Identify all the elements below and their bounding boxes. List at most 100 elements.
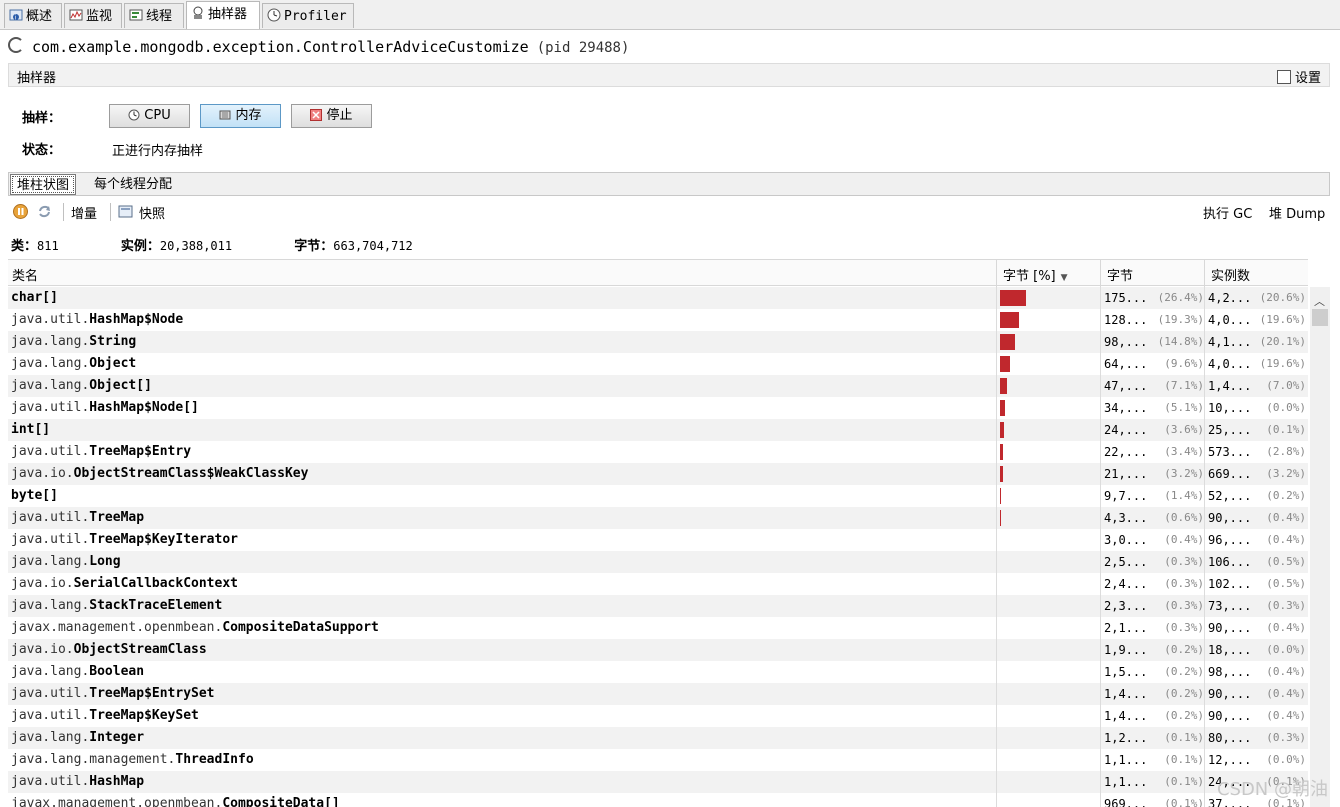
column-header-bytes[interactable]: 字节 bbox=[1107, 265, 1133, 284]
table-row[interactable]: java.util.TreeMap$Entry 22,... (3.4%) 573..… bbox=[8, 441, 1308, 463]
table-row[interactable]: byte[] 9,7... (1.4%) 52,... (0.2%) bbox=[8, 485, 1308, 507]
table-row[interactable]: java.io.ObjectStreamClass 1,9... (0.2%) 18,… bbox=[8, 639, 1308, 661]
class-simple-name: HashMap$Node[] bbox=[89, 400, 199, 415]
instances-value: 4,2... bbox=[1208, 291, 1252, 305]
table-row[interactable]: java.util.TreeMap$KeyIterator 3,0... (0.4%… bbox=[8, 529, 1308, 551]
scrollbar-thumb[interactable] bbox=[1312, 309, 1328, 326]
column-header-class-name[interactable]: 类名 bbox=[12, 265, 38, 284]
bytes-value: 1,9... bbox=[1104, 643, 1148, 657]
heap-dump-button[interactable]: 堆 Dump bbox=[1269, 203, 1325, 222]
memory-button[interactable]: 内存 bbox=[200, 104, 281, 128]
bytes-percent: (3.6%) bbox=[1164, 423, 1204, 436]
class-simple-name: TreeMap$EntrySet bbox=[89, 686, 215, 701]
class-name-cell: java.io.SerialCallbackContext bbox=[11, 576, 238, 591]
bytes-value: 969... bbox=[1104, 797, 1148, 807]
bytes-value: 22,... bbox=[1104, 445, 1148, 459]
settings-checkbox[interactable]: 设置 bbox=[1276, 67, 1321, 86]
snapshot-button[interactable]: 快照 bbox=[139, 203, 165, 222]
column-divider bbox=[1100, 287, 1101, 807]
instances-cell: 90,... (0.4%) bbox=[1208, 709, 1306, 723]
table-row[interactable]: java.lang.Long 2,5... (0.3%) 106... (0.5%) bbox=[8, 551, 1308, 573]
scroll-up-icon[interactable]: ︿ bbox=[1314, 293, 1325, 309]
instances-percent: (0.5%) bbox=[1266, 577, 1306, 590]
bytes-percent-bar bbox=[1000, 356, 1010, 372]
instances-value: 90,... bbox=[1208, 709, 1252, 723]
instances-percent: (0.4%) bbox=[1266, 621, 1306, 634]
class-name-cell: java.lang.StackTraceElement bbox=[11, 598, 222, 613]
column-header-bytes-percent[interactable]: 字节 [%] ▼ bbox=[1003, 265, 1068, 284]
instances-percent: (0.1%) bbox=[1266, 423, 1306, 436]
perform-gc-button[interactable]: 执行 GC bbox=[1203, 203, 1252, 222]
column-divider bbox=[1100, 260, 1101, 287]
instances-value: 102... bbox=[1208, 577, 1252, 591]
table-row[interactable]: java.io.ObjectStreamClass$WeakClassKey 21… bbox=[8, 463, 1308, 485]
table-row[interactable]: java.util.TreeMap$KeySet 1,4... (0.2%) 90,.… bbox=[8, 705, 1308, 727]
instances-value: 96,... bbox=[1208, 533, 1252, 547]
column-divider bbox=[996, 287, 997, 807]
table-row[interactable]: java.util.HashMap$Node 128... (19.3%) 4,0..… bbox=[8, 309, 1308, 331]
tab-monitor[interactable]: 监视 bbox=[64, 3, 122, 28]
bytes-value: 663,704,712 bbox=[333, 239, 413, 253]
instances-percent: (20.1%) bbox=[1259, 335, 1306, 348]
instances-percent: (19.6%) bbox=[1259, 357, 1306, 370]
instances-value: 25,... bbox=[1208, 423, 1252, 437]
table-row[interactable]: java.lang.Object[] 47,... (7.1%) 1,4... (7.0… bbox=[8, 375, 1308, 397]
vertical-scrollbar[interactable]: ︿ bbox=[1310, 287, 1330, 807]
tab-heap-histogram[interactable]: 堆柱状图 bbox=[10, 174, 77, 195]
table-header: 类名 字节 [%] ▼ 字节 实例数 bbox=[8, 259, 1308, 287]
table-row[interactable]: java.util.TreeMap 4,3... (0.6%) 90,... (0.4%… bbox=[8, 507, 1308, 529]
bytes-value: 128... bbox=[1104, 313, 1148, 327]
instances-percent: (0.5%) bbox=[1266, 555, 1306, 568]
bytes-value: 2,1... bbox=[1104, 621, 1148, 635]
bytes-cell: 22,... (3.4%) bbox=[1104, 445, 1204, 459]
tab-threads[interactable]: 线程 bbox=[124, 3, 184, 28]
table-row[interactable]: java.lang.Integer 1,2... (0.1%) 80,... (0.3%… bbox=[8, 727, 1308, 749]
column-divider bbox=[1204, 287, 1205, 807]
package-name: javax.management.openmbean. bbox=[11, 796, 223, 807]
pause-icon[interactable] bbox=[13, 204, 28, 219]
bytes-percent-bar bbox=[1000, 400, 1006, 416]
bytes-percent-bar bbox=[1000, 488, 1002, 504]
class-name-cell: char[] bbox=[11, 290, 58, 305]
class-simple-name: Long bbox=[89, 554, 121, 569]
cpu-button[interactable]: CPU bbox=[109, 104, 190, 128]
delta-button[interactable]: 增量 bbox=[71, 203, 97, 222]
table-row[interactable]: java.lang.Object 64,... (9.6%) 4,0... (19.6%… bbox=[8, 353, 1308, 375]
column-header-instances[interactable]: 实例数 bbox=[1211, 265, 1250, 284]
instances-cell: 4,2... (20.6%) bbox=[1208, 291, 1306, 305]
table-row[interactable]: java.util.HashMap$Node[] 34,... (5.1%) 10,.… bbox=[8, 397, 1308, 419]
tab-overview[interactable]: i 概述 bbox=[4, 3, 62, 28]
table-row[interactable]: java.lang.StackTraceElement 2,3... (0.3%) 7… bbox=[8, 595, 1308, 617]
instances-cell: 4,1... (20.1%) bbox=[1208, 335, 1306, 349]
table-row[interactable]: java.lang.String 98,... (14.8%) 4,1... (20.1… bbox=[8, 331, 1308, 353]
package-name: java.util. bbox=[11, 400, 90, 415]
table-row[interactable]: java.util.HashMap 1,1... (0.1%) 24,... (0.1%… bbox=[8, 771, 1308, 793]
table-row[interactable]: int[] 24,... (3.6%) 25,... (0.1%) bbox=[8, 419, 1308, 441]
instances-value: 1,4... bbox=[1208, 379, 1252, 393]
class-simple-name: TreeMap$Entry bbox=[89, 444, 192, 459]
tab-per-thread-allocation[interactable]: 每个线程分配 bbox=[88, 174, 178, 195]
table-row[interactable]: java.lang.management.ThreadInfo 1,1... (0.… bbox=[8, 749, 1308, 771]
table-row[interactable]: java.lang.Boolean 1,5... (0.2%) 98,... (0.4%… bbox=[8, 661, 1308, 683]
refresh-icon[interactable] bbox=[37, 204, 52, 219]
class-simple-name: int[] bbox=[11, 422, 51, 437]
table-row[interactable]: char[] 175... (26.4%) 4,2... (20.6%) bbox=[8, 287, 1308, 309]
class-name-cell: java.lang.Object[] bbox=[11, 378, 152, 393]
bytes-percent-bar bbox=[1000, 444, 1004, 460]
package-name: java.util. bbox=[11, 444, 90, 459]
class-name-cell: java.io.ObjectStreamClass$WeakClassKey bbox=[11, 466, 308, 481]
table-row[interactable]: javax.management.openmbean.CompositeData… bbox=[8, 793, 1308, 807]
checkbox-icon bbox=[1276, 70, 1291, 84]
table-row[interactable]: javax.management.openmbean.CompositeData… bbox=[8, 617, 1308, 639]
info-icon: i bbox=[9, 6, 23, 22]
instances-value: 106... bbox=[1208, 555, 1252, 569]
tab-bar: i 概述 监视 线程 抽样器 Profiler bbox=[0, 0, 1340, 30]
bytes-percent: (0.2%) bbox=[1164, 665, 1204, 678]
tab-profiler[interactable]: Profiler bbox=[262, 3, 354, 28]
stop-button[interactable]: 停止 bbox=[291, 104, 372, 128]
table-row[interactable]: java.util.TreeMap$EntrySet 1,4... (0.2%) 90… bbox=[8, 683, 1308, 705]
table-row[interactable]: java.io.SerialCallbackContext 2,4... (0.3%… bbox=[8, 573, 1308, 595]
stop-icon bbox=[310, 107, 323, 121]
tab-sampler[interactable]: 抽样器 bbox=[186, 1, 260, 29]
bytes-percent: (7.1%) bbox=[1164, 379, 1204, 392]
